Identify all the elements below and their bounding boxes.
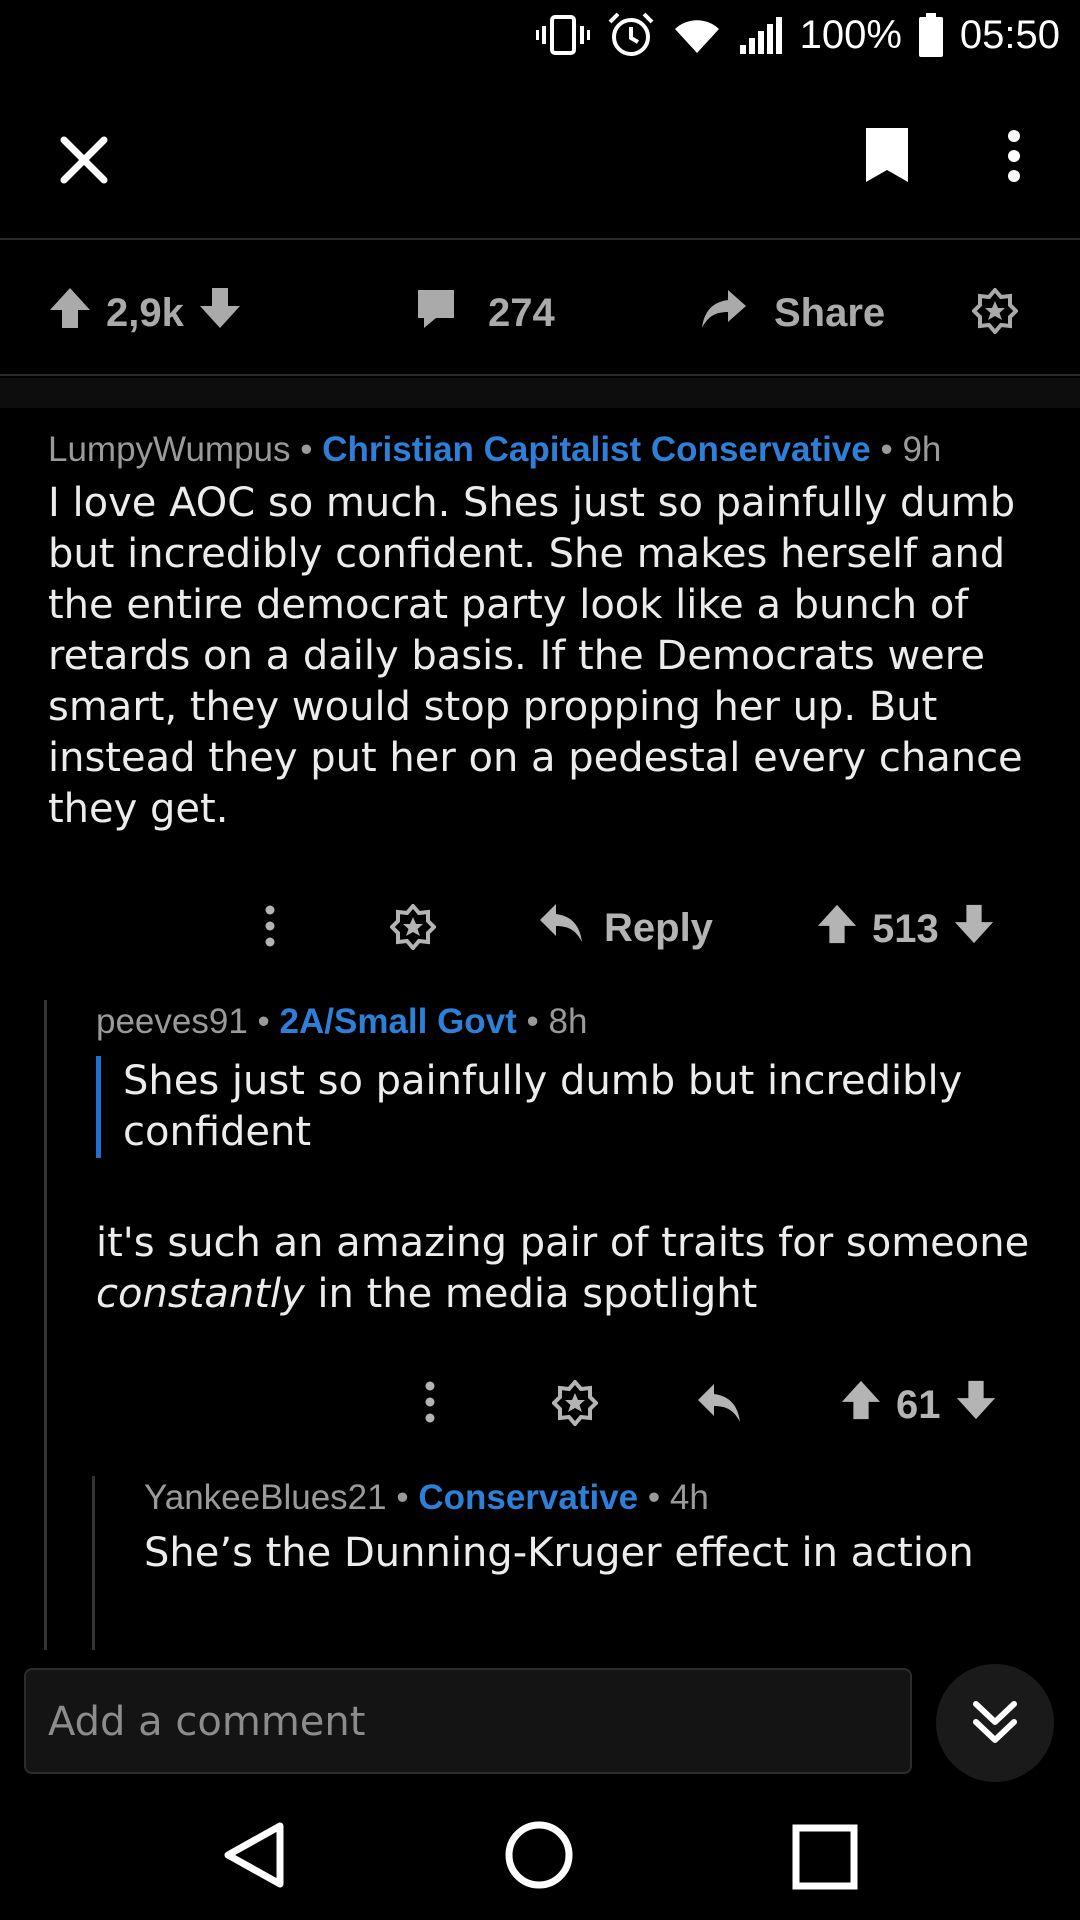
- post-action-bar: 2,9k 274 Share: [48, 280, 1048, 344]
- more-vertical-icon[interactable]: [1000, 128, 1028, 188]
- reply-icon: [538, 902, 584, 954]
- downvote-icon[interactable]: [198, 286, 242, 340]
- vibrate-icon: [535, 14, 590, 56]
- award-icon[interactable]: [551, 1378, 599, 1436]
- comment-meta: YankeeBlues21 • Conservative • 4h: [144, 1478, 709, 1517]
- home-icon[interactable]: [504, 1820, 574, 1894]
- comment-score: 513: [872, 906, 939, 951]
- battery-icon: [918, 13, 944, 57]
- comment-age: 4h: [669, 1478, 709, 1517]
- comment-body-line: the entire democrat party look like a bu…: [48, 582, 969, 628]
- upvote-icon[interactable]: [48, 286, 92, 340]
- reply-label: Reply: [604, 905, 713, 950]
- comment-body-line: smart, they would stop propping her up. …: [48, 684, 938, 730]
- chevron-double-down-icon: [970, 1698, 1020, 1752]
- quote-line: Shes just so painfully dumb but incredib…: [123, 1058, 963, 1104]
- blockquote: Shes just so painfully dumb but incredib…: [96, 1056, 1036, 1158]
- add-comment-input[interactable]: [26, 1670, 870, 1774]
- wifi-icon: [672, 15, 722, 55]
- more-vertical-icon[interactable]: [262, 904, 278, 958]
- comment-vote-group: 513: [816, 902, 995, 956]
- comment-body-line: instead they put her on a pedestal every…: [48, 735, 1023, 781]
- comment-body: it's such an amazing pair of traits for …: [96, 1218, 1036, 1320]
- back-icon[interactable]: [222, 1820, 286, 1894]
- comment-author[interactable]: YankeeBlues21: [144, 1478, 387, 1517]
- user-flair: 2A/Small Govt: [279, 1002, 517, 1041]
- comment-actions: 61: [422, 1372, 1042, 1436]
- signal-icon: [738, 15, 784, 55]
- award-icon[interactable]: [971, 286, 1019, 338]
- comment: LumpyWumpus • Christian Capitalist Conse…: [48, 430, 1038, 835]
- user-flair: Conservative: [418, 1478, 639, 1517]
- share-button[interactable]: Share: [700, 286, 885, 340]
- share-label: Share: [774, 290, 886, 335]
- comment-age: 8h: [548, 1002, 588, 1041]
- reply-icon[interactable]: [696, 1382, 742, 1434]
- thread-line: [92, 1476, 95, 1650]
- system-nav-bar: [0, 1790, 1080, 1920]
- user-flair: Christian Capitalist Conservative: [322, 430, 871, 469]
- body-text-rest: in the media spotlight: [304, 1271, 758, 1317]
- comment-body-line: it's such an amazing pair of traits for …: [96, 1220, 1030, 1266]
- upvote-icon[interactable]: [816, 902, 858, 956]
- comment-author[interactable]: peeves91: [96, 1002, 248, 1041]
- status-bar: 100% 05:50: [0, 0, 1080, 72]
- jump-to-bottom-button[interactable]: [936, 1664, 1054, 1782]
- comment-score: 61: [896, 1382, 941, 1427]
- divider: [0, 374, 1080, 376]
- comment-body-line: they get.: [48, 786, 229, 832]
- thread-line: [44, 1000, 47, 1650]
- top-toolbar: [0, 110, 1080, 230]
- emphasis-text: constantly: [96, 1271, 305, 1317]
- comments-button[interactable]: 274: [414, 286, 555, 340]
- comment-body-line: retards on a daily basis. If the Democra…: [48, 633, 985, 679]
- comment-vote-group: 61: [840, 1378, 997, 1432]
- upvote-icon[interactable]: [840, 1378, 882, 1432]
- comment-body-line: but incredibly confident. She makes hers…: [48, 531, 1006, 577]
- reply-button[interactable]: Reply: [538, 902, 713, 954]
- comment-composer: [24, 1668, 912, 1774]
- comment-body: She’s the Dunning-Kruger effect in actio…: [144, 1530, 974, 1576]
- post-score: 2,9k: [106, 290, 184, 335]
- comment-body: I love AOC so much. Shes just so painful…: [48, 478, 1038, 835]
- comment-meta: peeves91 • 2A/Small Govt • 8h: [96, 1002, 588, 1041]
- divider: [0, 238, 1080, 240]
- close-icon[interactable]: [58, 134, 110, 190]
- alarm-icon: [606, 10, 656, 60]
- section-band: [0, 378, 1080, 408]
- comment-meta: LumpyWumpus • Christian Capitalist Conse…: [48, 430, 942, 469]
- comment-actions: Reply 513: [262, 896, 1042, 960]
- clock-time: 05:50: [959, 12, 1060, 57]
- comment: YankeeBlues21 • Conservative • 4h She’s …: [144, 1478, 1044, 1579]
- comment-body-line: I love AOC so much. Shes just so painful…: [48, 480, 1016, 526]
- recents-icon[interactable]: [792, 1824, 858, 1894]
- downvote-icon[interactable]: [955, 1378, 997, 1432]
- comment-author[interactable]: LumpyWumpus: [48, 430, 291, 469]
- quote-line: confident: [123, 1109, 312, 1155]
- comment-icon: [414, 286, 458, 340]
- comment-age: 9h: [902, 430, 942, 469]
- share-icon: [700, 286, 748, 340]
- downvote-icon[interactable]: [953, 902, 995, 956]
- comment: peeves91 • 2A/Small Govt • 8h Shes just …: [96, 1002, 1036, 1320]
- more-vertical-icon[interactable]: [422, 1380, 438, 1434]
- post-vote-group: 2,9k: [48, 286, 242, 340]
- comment-count: 274: [488, 290, 555, 335]
- bookmark-icon[interactable]: [862, 124, 912, 190]
- battery-percent: 100%: [799, 12, 902, 57]
- comment-body-line: constantly in the media spotlight: [96, 1269, 1036, 1320]
- award-icon[interactable]: [389, 902, 437, 960]
